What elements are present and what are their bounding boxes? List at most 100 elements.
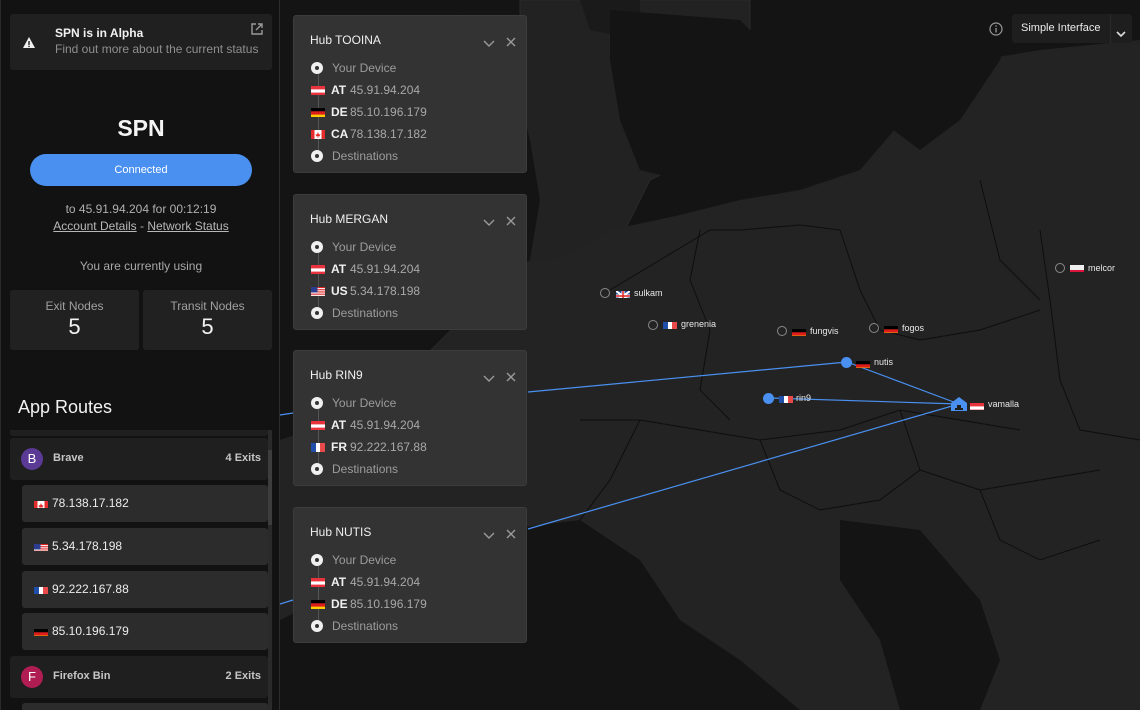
hop-label: Your Device [332, 553, 397, 567]
chevron-down-icon[interactable] [483, 35, 495, 47]
flag-at-icon [970, 400, 984, 410]
hop-ip: 45.91.94.204 [350, 418, 421, 432]
ring-icon [311, 62, 323, 74]
node-dot [763, 393, 774, 404]
network-status-link[interactable]: Network Status [147, 219, 228, 233]
info-icon[interactable] [989, 22, 1003, 36]
hop-ip: 45.91.94.204 [350, 262, 421, 276]
app-name: Firefox Bin [53, 670, 111, 682]
interface-mode-select[interactable]: Simple Interface [1012, 14, 1132, 43]
exit-route-item[interactable]: 92.222.167.88 [22, 571, 268, 608]
hop-label: Destinations [332, 619, 399, 633]
node-ring [600, 288, 610, 298]
route-line-stub-2 [280, 599, 294, 605]
external-link-icon[interactable] [250, 22, 264, 36]
scrollbar-thumb[interactable] [268, 450, 272, 525]
hop-label: Destinations [332, 462, 399, 476]
app-route-firefox-bin[interactable]: F Firefox Bin 2 Exits [10, 656, 268, 698]
ring-icon [311, 150, 323, 162]
app-name: Brave [53, 452, 84, 464]
close-icon[interactable] [506, 34, 516, 47]
close-icon[interactable] [506, 369, 516, 382]
route-connector [318, 409, 319, 471]
node-ring [777, 326, 787, 336]
exit-ip: 85.10.196.179 [52, 624, 129, 638]
node-label: rin9 [796, 393, 812, 403]
node-label: sulkam [634, 288, 663, 298]
chevron-down-icon[interactable] [483, 370, 495, 382]
route-line-nutis-vamalla [846, 361, 960, 405]
stat-label: Exit Nodes [45, 299, 104, 313]
app-routes-scrollbar[interactable] [268, 430, 272, 710]
app-routes-list[interactable]: B Brave 4 Exits 78.138.17.182 5.34.178.1… [10, 430, 272, 710]
select-divider [1110, 14, 1111, 43]
ring-icon [311, 620, 323, 632]
node-label: fogos [902, 323, 925, 333]
exit-route-item[interactable]: 78.138.17.182 [22, 485, 268, 522]
hop-country: FR [331, 440, 347, 454]
flag-ca-icon [311, 129, 325, 139]
connection-links: Account Details - Network Status [1, 219, 281, 233]
route-connector [318, 566, 319, 628]
flag-at-icon [311, 577, 325, 587]
flag-us-icon [34, 541, 48, 551]
transit-nodes-stat: Transit Nodes 5 [143, 290, 272, 350]
link-separator: - [140, 219, 144, 233]
connection-info: to 45.91.94.204 for 00:12:19 [65, 202, 217, 216]
stat-value: 5 [68, 314, 81, 339]
hub-card[interactable]: Hub MERGAN Your Device AT 45.91.94.204 US 5.3… [293, 194, 527, 330]
hub-name: Hub TOOINA [310, 33, 381, 47]
close-icon[interactable] [506, 526, 516, 539]
exit-route-item-partial [22, 703, 268, 710]
account-details-link[interactable]: Account Details [53, 219, 136, 233]
node-ring [869, 323, 879, 333]
chevron-down-icon[interactable] [483, 527, 495, 539]
flag-de-icon [311, 107, 325, 117]
flag-at-icon [311, 264, 325, 274]
node-label: melcor [1088, 263, 1116, 273]
hop-label: Destinations [332, 306, 399, 320]
exit-route-item[interactable]: 5.34.178.198 [22, 528, 268, 565]
connection-status-button[interactable]: Connected [30, 154, 252, 186]
flag-at-icon [311, 420, 325, 430]
hop-ip: 45.91.94.204 [350, 83, 421, 97]
flag-de-icon [311, 599, 325, 609]
flag-fr-icon [663, 319, 677, 329]
app-root: sulkam grenenia fungvis fogos melcor nut [0, 0, 1140, 710]
flag-de-icon [792, 326, 806, 336]
hop-ip: 85.10.196.179 [350, 597, 427, 611]
home-icon [950, 396, 968, 417]
route-line-stub-1 [280, 412, 294, 416]
hop-country: US [331, 284, 348, 298]
close-icon[interactable] [506, 213, 516, 226]
hub-card[interactable]: Hub RIN9 Your Device AT 45.91.94.204 FR 92.22… [293, 350, 527, 486]
hub-name: Hub RIN9 [310, 368, 363, 382]
flag-gb-icon [616, 288, 630, 298]
route-line-direct [527, 403, 960, 530]
node-ring [648, 320, 658, 330]
exit-nodes-stat: Exit Nodes 5 [10, 290, 139, 350]
ring-icon [311, 241, 323, 253]
flag-at-icon [311, 85, 325, 95]
hop-label: Your Device [332, 240, 397, 254]
hop-country: DE [331, 105, 348, 119]
node-label: nutis [874, 357, 894, 367]
hop-ip: 45.91.94.204 [350, 575, 421, 589]
hop-country: AT [331, 262, 347, 276]
flag-de-icon [34, 626, 48, 636]
chevron-down-icon[interactable] [1116, 25, 1126, 38]
stat-label: Transit Nodes [170, 299, 245, 313]
chevron-down-icon[interactable] [483, 214, 495, 226]
ring-icon [311, 307, 323, 319]
node-label: grenenia [681, 319, 717, 329]
flag-fr-icon [779, 393, 793, 403]
hub-name: Hub MERGAN [310, 212, 389, 226]
app-exits-count: 2 Exits [225, 670, 261, 682]
alpha-banner[interactable]: SPN is in Alpha Find out more about the … [10, 14, 272, 70]
app-route-brave[interactable]: B Brave 4 Exits [10, 438, 268, 480]
stat-value: 5 [201, 314, 214, 339]
hub-card[interactable]: Hub NUTIS Your Device AT 45.91.94.204 DE 85.1… [293, 507, 527, 643]
node-label: vamalla [988, 399, 1020, 409]
exit-route-item[interactable]: 85.10.196.179 [22, 613, 268, 650]
hub-card[interactable]: Hub TOOINA Your Device AT 45.91.94.204 DE 85.… [293, 15, 527, 173]
